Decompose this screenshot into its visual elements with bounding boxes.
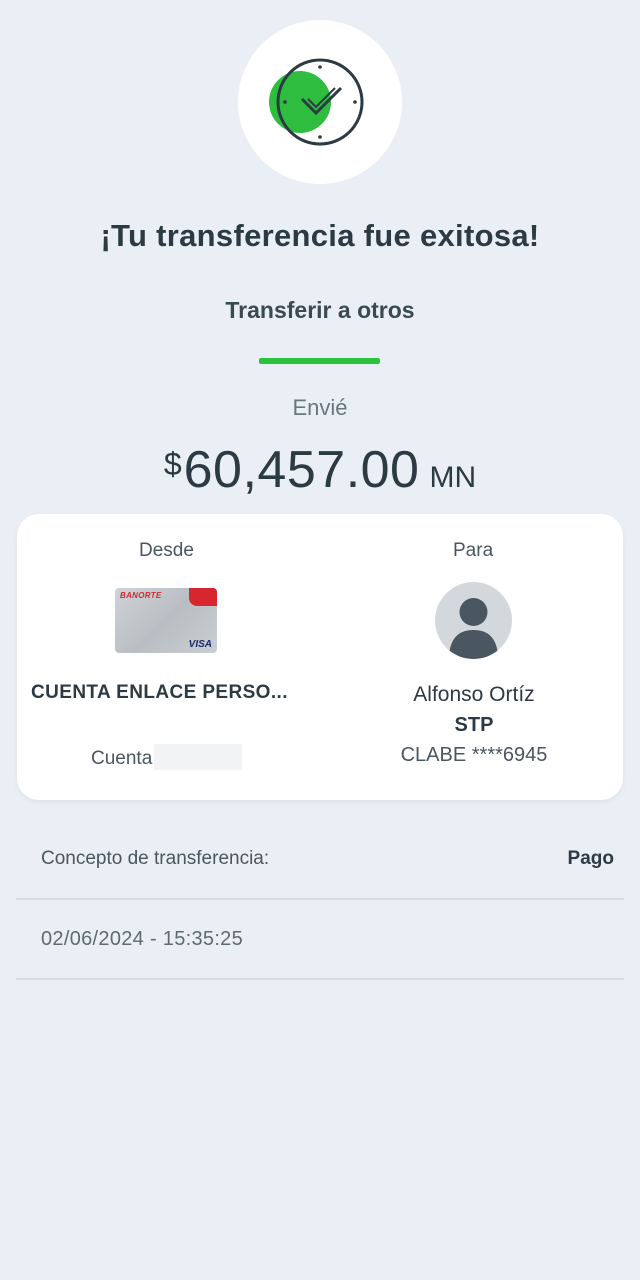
success-badge — [238, 20, 402, 184]
transfer-details-card: Desde Para BANORTE VISA CUENTA ENLACE PE… — [17, 514, 623, 800]
card-brand-logo: BANORTE — [120, 591, 162, 600]
card-tag — [189, 588, 217, 606]
account-mask — [154, 744, 243, 770]
amount-display: $60,457.00 MN — [0, 440, 640, 500]
sent-label: Envié — [292, 395, 348, 420]
check-clock-icon — [269, 58, 364, 146]
transfer-type: Transferir a otros — [225, 297, 415, 323]
concept-label: Concepto de transferencia: — [41, 848, 270, 869]
recipient-name: Alfonso Ortíz — [413, 683, 535, 706]
account-number: Cuenta — [91, 744, 243, 770]
to-label: Para — [453, 540, 494, 561]
bank-card-image: BANORTE VISA — [115, 588, 217, 653]
account-name: CUENTA ENLACE PERSO... — [31, 682, 288, 703]
accent-bar — [259, 358, 380, 364]
currency-unit: MN — [429, 461, 477, 494]
transfer-datetime: 02/06/2024 - 15:35:25 — [41, 928, 244, 950]
page-title: ¡Tu transferencia fue exitosa! — [100, 218, 540, 253]
recipient-bank: STP — [454, 714, 494, 736]
datetime-row: 02/06/2024 - 15:35:25 — [16, 898, 624, 980]
concept-value: Pago — [567, 848, 614, 869]
concept-row: Concepto de transferencia: Pago — [16, 818, 624, 900]
recipient-clabe: CLABE ****6945 — [400, 744, 548, 766]
from-label: Desde — [139, 540, 194, 561]
card-network-logo: VISA — [188, 639, 212, 650]
currency-symbol: $ — [163, 446, 182, 482]
amount-value: 60,457.00 — [183, 441, 420, 499]
user-avatar-icon — [435, 582, 512, 659]
account-label: Cuenta — [91, 748, 153, 769]
